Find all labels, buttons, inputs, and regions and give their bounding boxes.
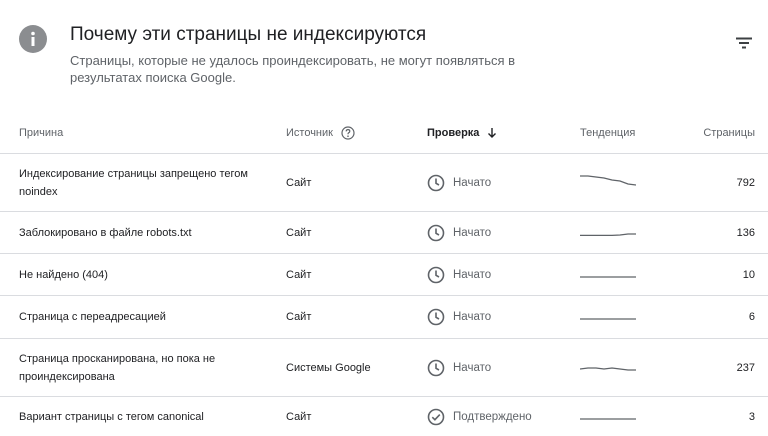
trend-line: [580, 366, 636, 371]
clock-icon: [427, 359, 445, 376]
source-cell: Сайт: [286, 268, 312, 281]
reason-cell: Индексирование страницы запрещено тегом …: [19, 168, 248, 198]
trend-sparkline: [580, 318, 636, 320]
trend-cell: [580, 254, 636, 295]
check-status-cell: Начато: [427, 296, 557, 338]
column-header-trend[interactable]: Тенденция: [580, 112, 635, 154]
source-cell: Системы Google: [286, 361, 371, 374]
source-cell: Сайт: [286, 226, 312, 239]
column-header-reason[interactable]: Причина: [19, 112, 63, 154]
table-row[interactable]: Не найдено (404) Сайт Начато 10: [0, 254, 768, 296]
check-status-cell: Подтверждено: [427, 397, 557, 436]
table-row[interactable]: Заблокировано в файле robots.txt Сайт Нача…: [0, 212, 768, 254]
source-cell: Сайт: [286, 177, 312, 189]
pages-count-cell: 6: [748, 311, 755, 323]
card-subtitle: Страницы, которые не удалось проиндексир…: [70, 53, 516, 85]
reason-cell: Страница просканирована, но пока не прои…: [19, 352, 216, 383]
trend-cell: [580, 155, 636, 211]
arrow-down-icon: [488, 128, 497, 138]
check-status-label: Начато: [453, 361, 492, 374]
check-status-label: Начато: [453, 268, 492, 281]
check-status-label: Начато: [453, 226, 492, 239]
check-status-cell: Начато: [427, 254, 557, 295]
check-status-label: Начато: [453, 311, 492, 323]
trend-line: [580, 175, 636, 186]
trend-cell: [580, 397, 636, 436]
pages-count-cell: 3: [748, 410, 755, 423]
check-status-cell: Начато: [427, 212, 557, 253]
source-cell: Сайт: [286, 410, 312, 423]
clock-icon: [427, 224, 445, 241]
trend-sparkline: [580, 417, 636, 420]
filter-icon[interactable]: [735, 36, 753, 50]
column-header-check[interactable]: Проверка: [427, 112, 497, 154]
check-status-label: Подтверждено: [453, 410, 532, 423]
check-circle-icon: [427, 408, 445, 425]
table-row[interactable]: Страница с переадресацией Сайт Начато 6: [0, 296, 768, 339]
pages-count-cell: 10: [742, 268, 755, 281]
check-status-label: Начато: [453, 177, 492, 189]
trend-sparkline: [580, 175, 636, 186]
reason-cell: Вариант страницы с тегом canonical: [19, 410, 204, 423]
reason-cell: Не найдено (404): [19, 268, 108, 281]
info-icon: [19, 25, 47, 53]
help-icon[interactable]: [341, 126, 355, 140]
column-header-source[interactable]: Источник: [286, 112, 355, 154]
trend-sparkline: [580, 275, 636, 278]
card-header: Почему эти страницы не индексируются Стр…: [0, 0, 768, 100]
pages-count-cell: 792: [736, 177, 755, 189]
check-status-cell: Начато: [427, 155, 557, 211]
table-header: Причина Источник Проверка Тенденция Стра…: [0, 112, 768, 154]
card-title: Почему эти страницы не индексируются: [70, 24, 427, 45]
clock-icon: [427, 308, 445, 326]
trend-sparkline: [580, 232, 636, 236]
table-row[interactable]: Страница просканирована, но пока не прои…: [0, 339, 768, 397]
check-status-cell: Начато: [427, 339, 557, 396]
reason-cell: Заблокировано в файле robots.txt: [19, 226, 192, 239]
table-row[interactable]: Индексирование страницы запрещено тегом …: [0, 155, 768, 212]
clock-icon: [427, 174, 445, 192]
source-cell: Сайт: [286, 311, 312, 323]
column-header-pages[interactable]: Страницы: [660, 112, 755, 154]
reason-cell: Страница с переадресацией: [19, 311, 166, 323]
clock-icon: [427, 266, 445, 283]
trend-cell: [580, 212, 636, 253]
trend-line: [580, 232, 636, 236]
trend-sparkline: [580, 366, 636, 371]
trend-cell: [580, 296, 636, 338]
pages-count-cell: 136: [736, 226, 755, 239]
table-row[interactable]: Вариант страницы с тегом canonical Сайт По…: [0, 397, 768, 436]
pages-count-cell: 237: [736, 361, 755, 374]
trend-cell: [580, 339, 636, 396]
